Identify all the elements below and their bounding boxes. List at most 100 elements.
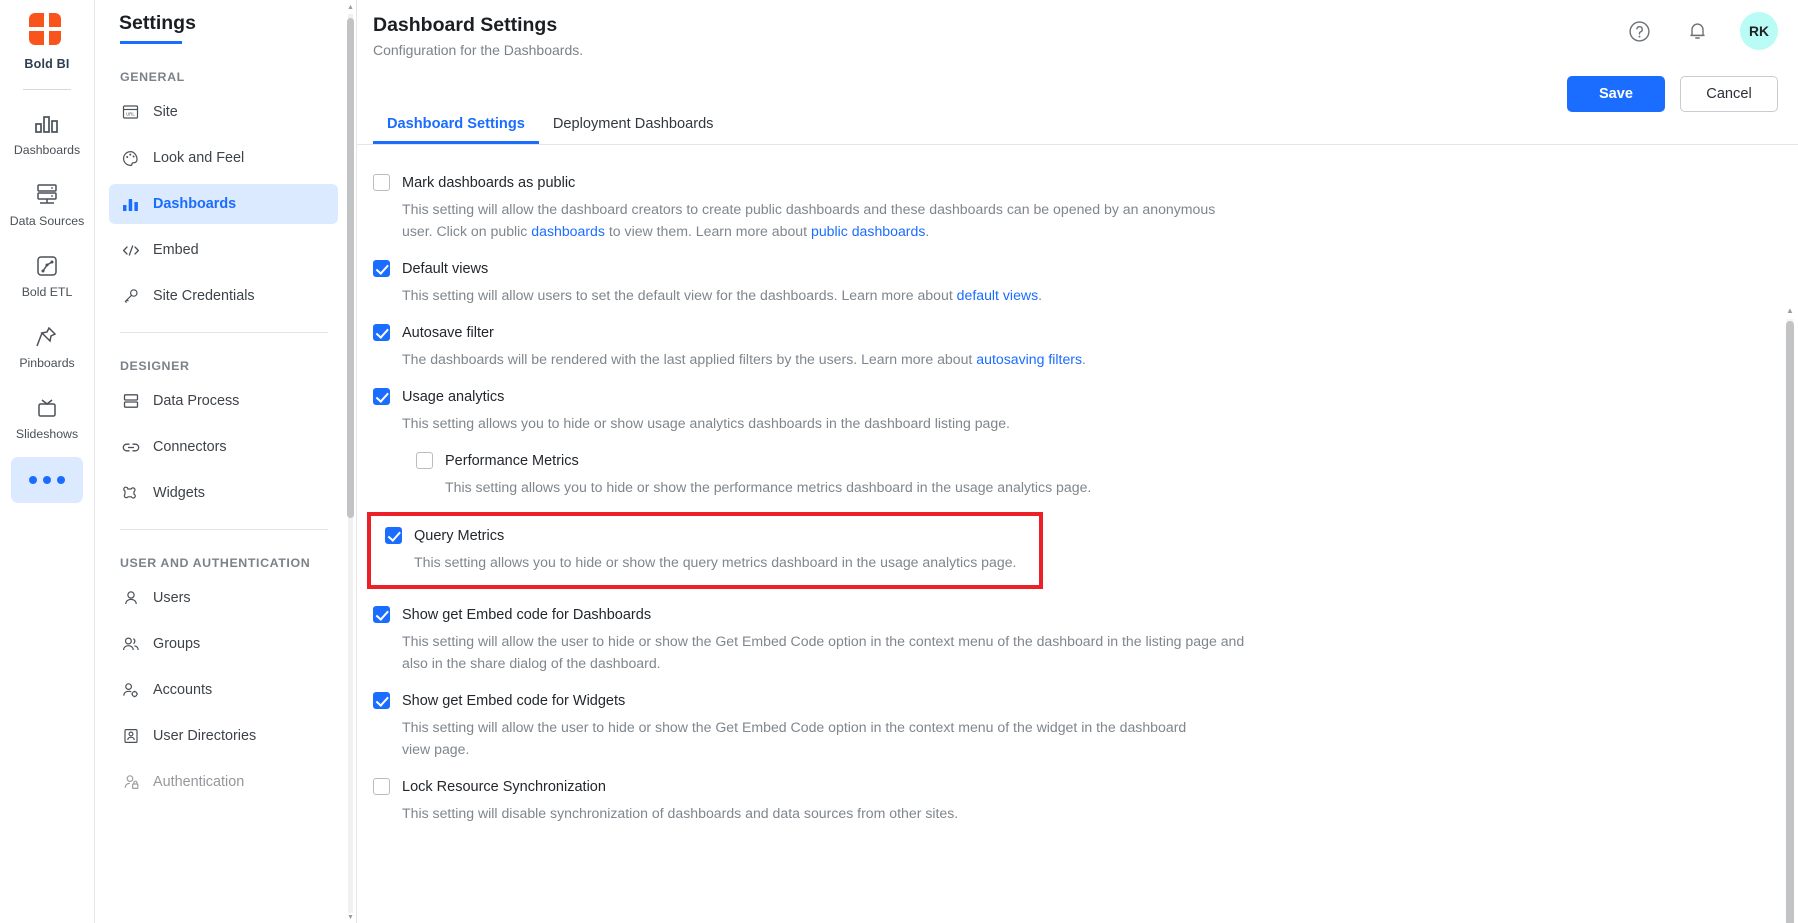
sidebar-scrollbar[interactable]: ▲ ▼ [347, 0, 354, 923]
code-icon [121, 244, 140, 257]
cancel-button[interactable]: Cancel [1680, 76, 1778, 112]
rail-item-bold-etl[interactable]: Bold ETL [11, 242, 83, 307]
sidebar-item-embed[interactable]: Embed [109, 230, 338, 270]
user-lock-icon [121, 774, 140, 790]
sidebar-scrollbar-thumb[interactable] [347, 18, 354, 518]
setting-description-suffix: . [1082, 351, 1086, 367]
setting-label: Show get Embed code for Dashboards [402, 607, 652, 623]
sidebar-item-label: Authentication [153, 774, 245, 790]
setting-embed-code-dashboards: Show get Embed code for Dashboards This … [373, 605, 1798, 674]
learn-more-public-dashboards-link[interactable]: public dashboards [811, 223, 925, 239]
setting-description: This setting will allow users to set the… [402, 284, 1247, 306]
sidebar-item-look-and-feel[interactable]: Look and Feel [109, 138, 338, 178]
sidebar-item-label: Look and Feel [153, 150, 245, 166]
users-icon [121, 636, 140, 652]
setting-label: Default views [402, 261, 489, 277]
sidebar-group-label: GENERAL [120, 70, 185, 84]
setting-lock-resource-synchronization: Lock Resource Synchronization This setti… [373, 777, 1798, 824]
settings-list: Mark dashboards as public This setting w… [357, 145, 1798, 905]
scroll-up-arrow-icon[interactable]: ▲ [347, 4, 354, 11]
svg-text:URL: URL [126, 112, 135, 117]
setting-description: This setting allows you to hide or show … [402, 415, 1010, 431]
sidebar-item-label: Groups [153, 636, 201, 652]
sidebar-item-data-process[interactable]: Data Process [109, 381, 338, 421]
sidebar-item-label: User Directories [153, 728, 257, 744]
setting-label: Mark dashboards as public [402, 175, 576, 191]
help-circle-icon[interactable] [1624, 16, 1654, 46]
query-metrics-checkbox[interactable] [385, 527, 402, 544]
sidebar-item-connectors[interactable]: Connectors [109, 427, 338, 467]
setting-description: This setting will disable synchronizatio… [402, 805, 959, 821]
brand-logo-block[interactable]: Bold BI [24, 10, 69, 71]
sidebar-divider [120, 529, 328, 530]
sidebar-item-label: Connectors [153, 439, 227, 455]
main-scrollbar[interactable]: ▲ ▼ [1786, 305, 1794, 923]
mark-dashboards-public-checkbox[interactable] [373, 174, 390, 191]
sidebar-item-dashboards[interactable]: Dashboards [109, 184, 338, 224]
app-root: Bold BI Dashboards Data Sources Bold ETL… [0, 0, 1798, 923]
tab-dashboard-settings[interactable]: Dashboard Settings [373, 106, 539, 144]
scroll-down-arrow-icon[interactable]: ▼ [347, 914, 354, 921]
page-title: Dashboard Settings [373, 14, 558, 36]
rail-item-data-sources[interactable]: Data Sources [9, 171, 85, 236]
sidebar-item-users[interactable]: Users [109, 578, 338, 618]
tab-deployment-dashboards[interactable]: Deployment Dashboards [539, 106, 728, 144]
rail-item-label: Data Sources [9, 214, 85, 228]
sidebar-item-authentication[interactable]: Authentication [109, 762, 338, 802]
page-header: Dashboard Settings Configuration for the… [357, 0, 1798, 58]
sidebar-item-accounts[interactable]: Accounts [109, 670, 338, 710]
rail-item-slideshows[interactable]: Slideshows [11, 384, 83, 449]
setting-usage-analytics: Usage analytics This setting allows you … [373, 387, 1798, 434]
database-icon [34, 181, 60, 209]
autosave-filter-checkbox[interactable] [373, 324, 390, 341]
setting-performance-metrics: Performance Metrics This setting allows … [416, 451, 1798, 498]
sidebar-item-widgets[interactable]: Widgets [109, 473, 338, 513]
save-button[interactable]: Save [1567, 76, 1665, 112]
rail-more-button[interactable] [11, 457, 83, 503]
sidebar-item-user-directories[interactable]: User Directories [109, 716, 338, 756]
setting-mark-dashboards-public: Mark dashboards as public This setting w… [373, 173, 1798, 242]
avatar[interactable]: RK [1740, 12, 1778, 50]
default-views-link[interactable]: default views [957, 287, 1038, 303]
url-icon: URL [121, 104, 140, 120]
setting-description-suffix: . [1038, 287, 1043, 303]
setting-description-text: The dashboards will be rendered with the… [402, 351, 977, 367]
sidebar-group-label: DESIGNER [120, 359, 190, 373]
rail-item-label: Slideshows [15, 427, 79, 441]
usage-analytics-checkbox[interactable] [373, 388, 390, 405]
user-gear-icon [121, 682, 140, 698]
scroll-up-arrow-icon[interactable]: ▲ [1786, 307, 1794, 315]
rail-item-pinboards[interactable]: Pinboards [11, 313, 83, 378]
bold-bi-logo-icon [26, 10, 68, 52]
sidebar-divider [120, 332, 328, 333]
setting-label: Autosave filter [402, 325, 494, 341]
more-dot-icon [29, 476, 37, 484]
sidebar-item-site-credentials[interactable]: Site Credentials [109, 276, 338, 316]
setting-label: Show get Embed code for Widgets [402, 693, 626, 709]
rail-divider [23, 89, 71, 90]
embed-code-widgets-checkbox[interactable] [373, 692, 390, 709]
form-action-buttons: Save Cancel [1567, 76, 1778, 112]
main-scrollbar-thumb[interactable] [1786, 321, 1794, 923]
embed-code-dashboards-checkbox[interactable] [373, 606, 390, 623]
setting-description-line2c: . [925, 223, 930, 239]
settings-scroll-region: Mark dashboards as public This setting w… [357, 145, 1798, 923]
lock-resource-synchronization-checkbox[interactable] [373, 778, 390, 795]
sidebar-item-groups[interactable]: Groups [109, 624, 338, 664]
public-dashboards-link[interactable]: dashboards [531, 223, 605, 239]
slideshow-icon [34, 394, 60, 422]
setting-query-metrics: Query Metrics This setting allows you to… [385, 526, 1027, 573]
id-card-icon [121, 728, 140, 744]
default-views-checkbox[interactable] [373, 260, 390, 277]
rail-item-dashboards[interactable]: Dashboards [11, 100, 83, 165]
sidebar-item-label: Widgets [153, 485, 205, 501]
performance-metrics-checkbox[interactable] [416, 452, 433, 469]
sidebar-item-label: Data Process [153, 393, 240, 409]
setting-default-views: Default views This setting will allow us… [373, 259, 1798, 306]
setting-autosave-filter: Autosave filter The dashboards will be r… [373, 323, 1798, 370]
notification-bell-icon[interactable] [1682, 16, 1712, 46]
puzzle-icon [121, 485, 140, 501]
sidebar-item-site[interactable]: URL Site [109, 92, 338, 132]
autosaving-filters-link[interactable]: autosaving filters [976, 351, 1082, 367]
query-metrics-highlight-box: Query Metrics This setting allows you to… [367, 512, 1043, 589]
